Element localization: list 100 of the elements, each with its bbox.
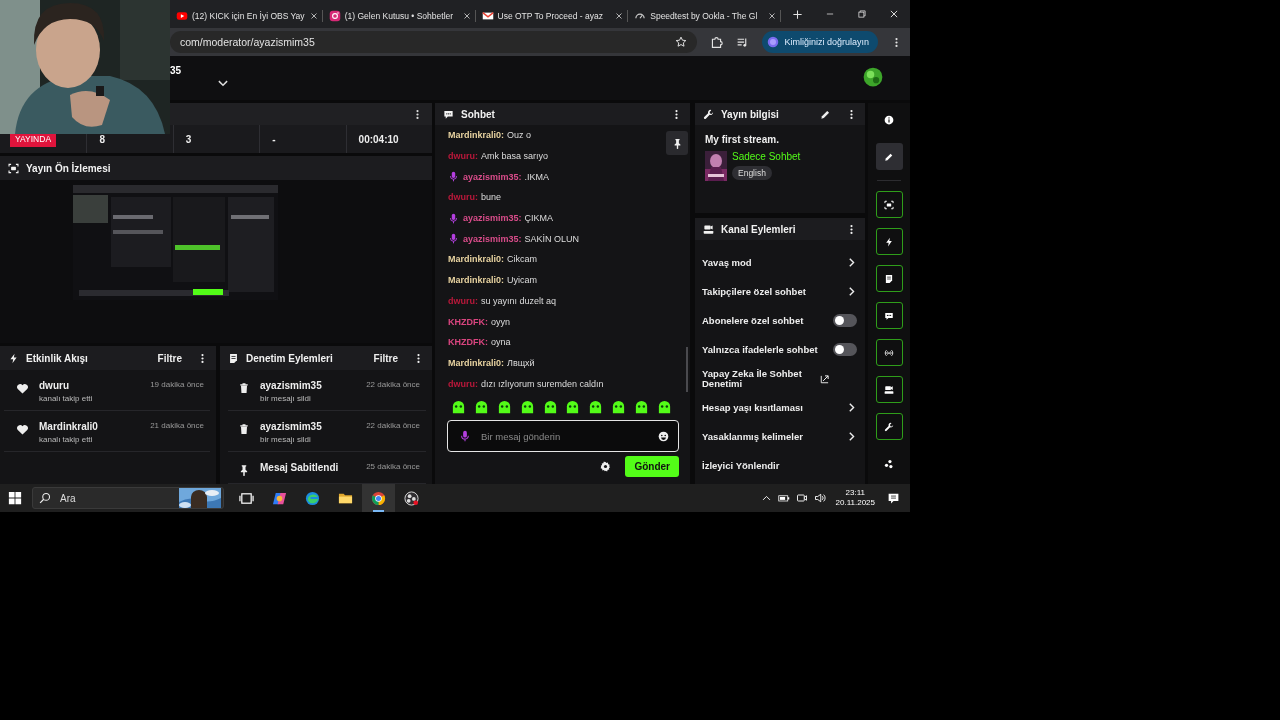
panel-title: Etkinlik Akışı — [26, 352, 89, 364]
volume-icon[interactable] — [813, 492, 826, 504]
browser-tab[interactable]: (12) KICK için En İyi OBS Yay — [170, 4, 323, 28]
filter-button[interactable]: Filtre — [373, 352, 406, 364]
emote-icon[interactable] — [519, 400, 535, 415]
channel-action-item[interactable]: Yasaklanmış kelimeler — [695, 422, 865, 451]
language-tag: English — [732, 166, 772, 180]
document-icon — [228, 352, 239, 364]
copilot-icon — [272, 490, 287, 506]
stat-value: 00:04:10 — [358, 133, 399, 145]
emoji-icon[interactable] — [658, 430, 669, 442]
tool-button[interactable] — [875, 191, 903, 218]
info-icon — [884, 114, 894, 125]
verify-identity-button[interactable]: Kimliğinizi doğrulayın — [762, 31, 878, 53]
pin-button[interactable] — [666, 131, 688, 155]
broadcast-icon — [884, 347, 894, 358]
chrome-icon — [371, 490, 386, 506]
chat-message: Mardinkrali0: Cikcam — [448, 254, 538, 265]
chat-message: Mardinkrali0: Лвщхй — [448, 357, 535, 368]
emote-icon[interactable] — [565, 400, 581, 415]
channel-action-item[interactable]: Yalnızca ifadelerle sohbet — [695, 335, 865, 364]
restore-icon[interactable] — [857, 9, 867, 19]
send-button[interactable]: Gönder — [625, 456, 679, 477]
start-icon[interactable] — [8, 491, 22, 505]
channel-action-item[interactable]: Hesap yaşı kısıtlaması — [695, 393, 865, 422]
notification-icon[interactable] — [887, 491, 900, 505]
new-tab-icon[interactable] — [792, 8, 803, 20]
stream-title: My first stream. — [705, 134, 780, 145]
close-icon[interactable] — [889, 9, 899, 19]
channel-action-item[interactable]: Yapay Zeka İle Sohbet Denetimi — [695, 364, 865, 393]
chat-message: KHZDFK: oyyn — [448, 316, 510, 327]
toggle-switch[interactable] — [833, 343, 857, 356]
message-input-field[interactable]: Bir mesaj gönderin — [447, 420, 679, 452]
tool-button[interactable] — [875, 143, 903, 170]
document-icon — [884, 273, 894, 284]
event-time: 22 dakika önce — [366, 421, 420, 430]
settings-icon[interactable] — [600, 461, 612, 472]
preview-icon — [884, 199, 894, 210]
emote-icon[interactable] — [588, 400, 604, 415]
avatar-icon[interactable] — [863, 67, 883, 87]
channel-action-item[interactable]: Takipçilere özel sohbet — [695, 277, 865, 306]
emote-icon[interactable] — [542, 400, 558, 415]
emote-icon[interactable] — [656, 400, 672, 415]
battery-icon[interactable] — [777, 492, 790, 504]
envelope-icon — [481, 10, 494, 22]
chat-message: Mardinkrali0: Uyicam — [448, 275, 538, 286]
stat-value: 3 — [185, 133, 192, 145]
wrench-icon — [884, 421, 894, 432]
panel-title: Denetim Eylemleri — [246, 352, 334, 364]
tool-button[interactable] — [875, 376, 903, 403]
heart-icon — [16, 423, 29, 436]
address-bar[interactable]: com/moderator/ayazismim35 — [170, 31, 698, 53]
clock-time: 23:11 — [845, 488, 865, 498]
event-description: bir mesajı sildi — [260, 394, 312, 403]
star-icon[interactable] — [675, 36, 688, 48]
event-time: 21 dakika önce — [150, 421, 204, 430]
emote-icon[interactable] — [496, 400, 512, 415]
close-icon[interactable] — [768, 12, 776, 20]
chat-message: dwuru: dızı ızlıyorum suremden caldın — [448, 378, 604, 389]
panel-title: Sohbet — [461, 108, 496, 120]
username: ayazismim35 — [260, 421, 323, 432]
event-time: 22 dakika önce — [366, 380, 420, 389]
emote-icon[interactable] — [634, 400, 649, 415]
tool-button[interactable] — [875, 413, 903, 440]
edit-icon[interactable] — [820, 108, 831, 120]
channel-name: 35 — [170, 65, 182, 76]
wrench-icon — [703, 108, 714, 120]
tool-button[interactable] — [875, 265, 903, 292]
chat-message: ayazismim35: ÇIKMA — [463, 213, 554, 224]
camera-icon — [703, 223, 714, 235]
clock-date: 20.11.2025 — [835, 498, 875, 508]
camera-icon[interactable] — [795, 492, 808, 504]
pin-icon — [238, 464, 250, 476]
emote-icon[interactable] — [611, 400, 627, 415]
category-link[interactable]: Sadece Sohbet — [732, 151, 801, 162]
trash-icon — [238, 423, 250, 435]
close-icon[interactable] — [309, 12, 318, 20]
emote-icon[interactable] — [451, 400, 466, 415]
taskbar-app[interactable] — [362, 484, 395, 512]
close-icon[interactable] — [462, 12, 471, 20]
event-description: bir mesajı sildi — [260, 435, 312, 444]
channel-action-item[interactable]: Abonelere özel sohbet — [695, 306, 865, 335]
channel-action-item[interactable]: İzleyici Yönlendir — [695, 451, 865, 480]
panel-title: Kanal Eylemleri — [721, 223, 797, 235]
browser-tab[interactable]: (1) Gelen Kutusu • Sohbetler — [322, 4, 476, 28]
puzzle-icon[interactable] — [710, 35, 724, 49]
toggle-switch[interactable] — [833, 314, 857, 327]
panel-title: Yayın bilgisi — [721, 108, 780, 120]
tool-button[interactable] — [875, 302, 903, 329]
username: Mesaj Sabitlendi — [260, 462, 340, 473]
event-description: kanalı takip etti — [39, 435, 94, 444]
browser-tab[interactable]: Speedtest by Ookla - The Gl — [628, 4, 781, 28]
camera-icon — [328, 10, 341, 22]
chat-message: dwuru: bune — [448, 192, 502, 203]
channel-action-item[interactable]: Yavaş mod — [695, 248, 865, 277]
emote-icon[interactable] — [473, 400, 489, 415]
task-view-icon — [239, 490, 254, 506]
filter-button[interactable]: Filtre — [157, 352, 190, 364]
close-icon[interactable] — [615, 12, 624, 20]
browser-tab[interactable]: Use OTP To Proceed - ayaz — [475, 4, 629, 28]
